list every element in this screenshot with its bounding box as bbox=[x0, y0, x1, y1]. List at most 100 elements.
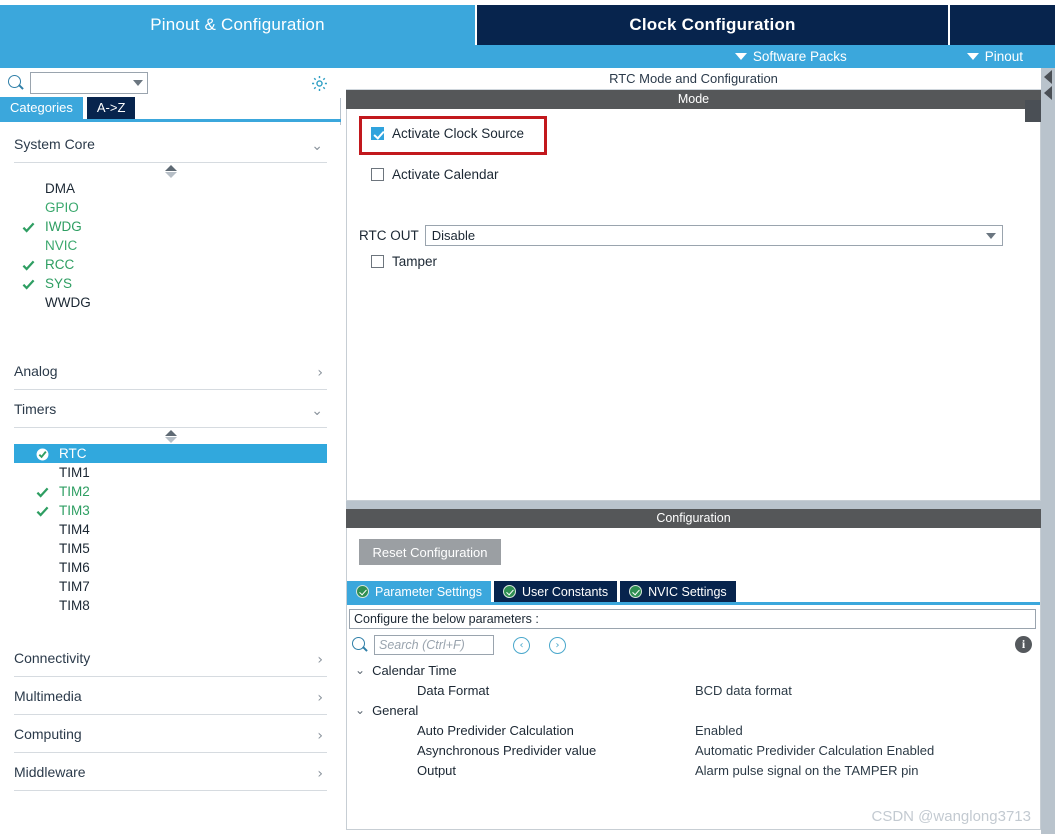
category-header-multimedia[interactable]: Multimedia › bbox=[14, 677, 327, 715]
tab-clock-configuration[interactable]: Clock Configuration bbox=[475, 5, 950, 45]
parameter-search-placeholder: Search (Ctrl+F) bbox=[379, 638, 465, 652]
category-header-analog[interactable]: Analog › bbox=[14, 352, 327, 390]
parameter-row-data-format[interactable]: Data Format BCD data format bbox=[347, 680, 1040, 700]
ip-item-sys[interactable]: SYS bbox=[0, 274, 341, 293]
tab-parameter-settings[interactable]: Parameter Settings bbox=[347, 581, 491, 602]
parameter-row-output[interactable]: Output Alarm pulse signal on the TAMPER … bbox=[347, 760, 1040, 780]
configuration-band-label: Configuration bbox=[346, 509, 1041, 528]
ip-item-rcc[interactable]: RCC bbox=[0, 255, 341, 274]
ip-label: NVIC bbox=[45, 238, 78, 253]
parameter-name: Auto Predivider Calculation bbox=[417, 722, 574, 738]
tamper-checkbox[interactable] bbox=[371, 255, 384, 268]
tab-categories[interactable]: Categories bbox=[0, 97, 83, 119]
tab-nvic-settings-label: NVIC Settings bbox=[648, 584, 727, 599]
ip-item-tim6[interactable]: TIM6 bbox=[14, 558, 327, 577]
ip-search-combo[interactable] bbox=[30, 72, 148, 94]
check-icon bbox=[36, 504, 49, 517]
category-header-computing[interactable]: Computing › bbox=[14, 715, 327, 753]
pinout-label: Pinout bbox=[984, 49, 1023, 64]
panel-collapse-handle[interactable] bbox=[1041, 68, 1055, 834]
mode-body: Activate Clock Source Activate Calendar … bbox=[346, 109, 1041, 501]
panel-divider[interactable] bbox=[346, 501, 1041, 509]
activate-calendar-row[interactable]: Activate Calendar bbox=[371, 167, 499, 182]
parameter-row-auto-predivider-calculation[interactable]: Auto Predivider Calculation Enabled bbox=[347, 720, 1040, 740]
ip-item-tim2[interactable]: TIM2 bbox=[14, 482, 327, 501]
parameter-group-general[interactable]: ⌄ General bbox=[347, 700, 1040, 720]
triangle-up-icon bbox=[164, 164, 177, 171]
tamper-row[interactable]: Tamper bbox=[371, 254, 437, 269]
triangle-left-icon bbox=[1044, 86, 1052, 100]
list-scroll-arrows-timers[interactable] bbox=[0, 428, 341, 444]
check-icon bbox=[22, 258, 35, 271]
parameter-group-calendar-time[interactable]: ⌄ Calendar Time bbox=[347, 660, 1040, 680]
configuration-tabs: Parameter Settings User Constants NVIC S… bbox=[347, 581, 1040, 605]
parameter-search-input[interactable]: Search (Ctrl+F) bbox=[374, 635, 494, 655]
ip-label: RTC bbox=[59, 446, 87, 461]
tab-nvic-settings[interactable]: NVIC Settings bbox=[620, 581, 736, 602]
ip-item-iwdg[interactable]: IWDG bbox=[0, 217, 341, 236]
parameter-value: Alarm pulse signal on the TAMPER pin bbox=[695, 762, 919, 778]
parameter-name: Data Format bbox=[417, 682, 490, 698]
secondary-bar: Software Packs Pinout bbox=[0, 45, 1055, 68]
ip-item-tim4[interactable]: TIM4 bbox=[14, 520, 327, 539]
ip-item-nvic[interactable]: NVIC bbox=[0, 236, 341, 255]
ip-item-rtc[interactable]: RTC bbox=[14, 444, 327, 463]
ip-list-timers: RTC TIM1 TIM2 TIM3 TIM4 TIM5 TIM6 TIM7 T… bbox=[14, 444, 327, 615]
ip-label: TIM5 bbox=[59, 541, 90, 556]
ip-label: TIM4 bbox=[59, 522, 90, 537]
ip-item-tim7[interactable]: TIM7 bbox=[14, 577, 327, 596]
tab-extra[interactable] bbox=[950, 5, 1055, 45]
search-prev-button[interactable]: ‹ bbox=[513, 636, 530, 654]
software-packs-label: Software Packs bbox=[752, 49, 847, 64]
activate-clock-source-row[interactable]: Activate Clock Source bbox=[371, 126, 524, 141]
check-circle-icon bbox=[356, 585, 369, 598]
ip-item-tim5[interactable]: TIM5 bbox=[14, 539, 327, 558]
activate-calendar-label: Activate Calendar bbox=[392, 167, 499, 182]
ip-label: IWDG bbox=[45, 219, 82, 234]
category-label-computing: Computing bbox=[14, 725, 82, 742]
parameter-name: Output bbox=[417, 762, 457, 778]
category-header-system-core[interactable]: System Core ⌄ bbox=[14, 125, 327, 163]
gear-icon[interactable] bbox=[310, 74, 329, 93]
reset-configuration-button[interactable]: Reset Configuration bbox=[359, 539, 501, 565]
activate-calendar-checkbox[interactable] bbox=[371, 168, 384, 181]
rtc-out-select[interactable]: Disable bbox=[424, 225, 1003, 246]
ip-search-row bbox=[0, 68, 341, 98]
ip-item-dma[interactable]: DMA bbox=[0, 179, 341, 198]
ip-label: RCC bbox=[45, 257, 75, 272]
ip-item-tim1[interactable]: TIM1 bbox=[14, 463, 327, 482]
category-header-connectivity[interactable]: Connectivity › bbox=[14, 639, 327, 677]
info-icon[interactable]: i bbox=[1015, 636, 1032, 653]
parameter-value: Automatic Predivider Calculation Enabled bbox=[695, 742, 935, 758]
ip-list-timers-items: RTC TIM1 TIM2 TIM3 TIM4 TIM5 TIM6 TIM7 T… bbox=[14, 444, 327, 615]
ip-label: DMA bbox=[45, 181, 75, 196]
category-list[interactable]: System Core ⌄ DMA GPIO IWDG NVIC RCC SYS… bbox=[0, 125, 341, 834]
tab-user-constants[interactable]: User Constants bbox=[494, 581, 618, 602]
reset-configuration-label: Reset Configuration bbox=[372, 544, 488, 560]
activate-clock-source-checkbox[interactable] bbox=[371, 127, 384, 140]
pinout-menu[interactable]: Pinout bbox=[966, 49, 1023, 64]
tab-pinout-configuration[interactable]: Pinout & Configuration bbox=[0, 5, 475, 45]
list-scroll-arrows-system-core[interactable] bbox=[0, 163, 341, 179]
search-next-button[interactable]: › bbox=[549, 636, 566, 654]
ip-item-gpio[interactable]: GPIO bbox=[0, 198, 341, 217]
category-header-middleware[interactable]: Middleware › bbox=[14, 753, 327, 791]
category-header-timers[interactable]: Timers ⌄ bbox=[14, 390, 327, 428]
parameter-row-asynchronous-predivider-value[interactable]: Asynchronous Predivider value Automatic … bbox=[347, 740, 1040, 760]
ip-list-system-core: DMA GPIO IWDG NVIC RCC SYS WWDG bbox=[0, 179, 341, 312]
ip-item-tim8[interactable]: TIM8 bbox=[14, 596, 327, 615]
mode-band-label: Mode bbox=[346, 90, 1041, 109]
chevron-down-icon: ⌄ bbox=[311, 403, 323, 419]
software-packs-menu[interactable]: Software Packs bbox=[734, 49, 847, 64]
ip-item-wwdg[interactable]: WWDG bbox=[0, 293, 341, 312]
watermark: CSDN @wanglong3713 bbox=[871, 808, 1032, 825]
parameter-group-general-label: General bbox=[372, 702, 419, 718]
page-title: RTC Mode and Configuration bbox=[346, 68, 1041, 90]
ip-label: SYS bbox=[45, 276, 73, 291]
tab-a-to-z[interactable]: A->Z bbox=[86, 97, 136, 119]
activate-clock-source-label: Activate Clock Source bbox=[392, 126, 525, 141]
tamper-label: Tamper bbox=[392, 254, 438, 269]
panel-collapse-arrows[interactable] bbox=[1042, 70, 1054, 108]
ip-item-tim3[interactable]: TIM3 bbox=[14, 501, 327, 520]
ip-label: TIM6 bbox=[59, 560, 90, 575]
